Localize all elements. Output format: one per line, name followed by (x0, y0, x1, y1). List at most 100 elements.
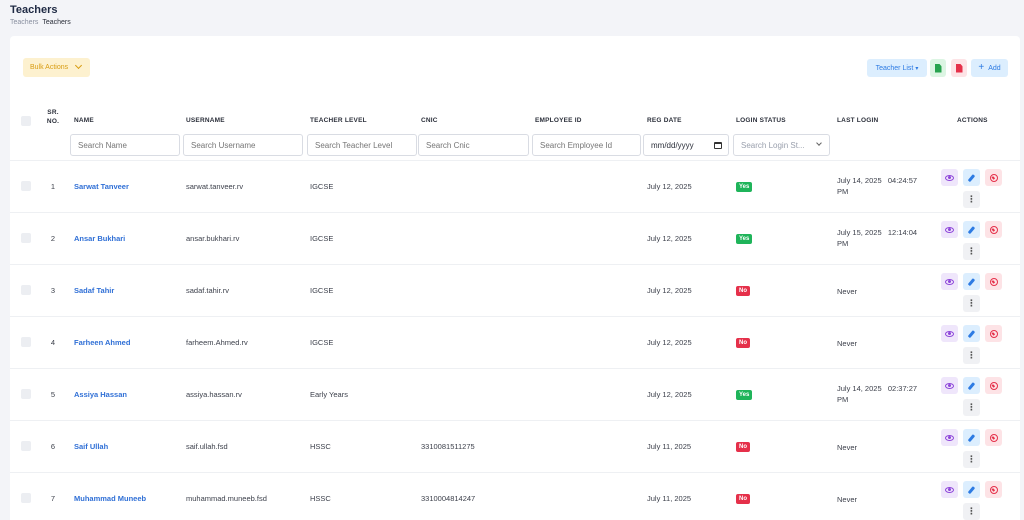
last-login-line1: July 15, 2025 12:14:04 (837, 228, 918, 237)
view-button[interactable] (941, 169, 958, 186)
login-status-badge: Yes (736, 182, 753, 192)
col-username[interactable]: USERNAME (186, 117, 225, 124)
ban-icon (989, 381, 998, 390)
teacher-list-button[interactable]: Teacher List ▾ (867, 59, 927, 77)
edit-button[interactable] (963, 481, 980, 498)
deactivate-button[interactable] (985, 221, 1002, 238)
breadcrumb-link[interactable]: Teachers (10, 19, 38, 26)
view-button[interactable] (941, 273, 958, 290)
table-row: 6 Saif Ullah saif.ullah.fsd HSSC 33100815112… (10, 420, 1020, 472)
select-all-checkbox[interactable] (21, 116, 31, 126)
teacher-name-link[interactable]: Saif Ullah (74, 442, 108, 451)
pdf-file-icon (955, 63, 963, 73)
row-reg-date: July 12, 2025 (647, 234, 692, 243)
col-last-login[interactable]: LAST LOGIN (837, 117, 878, 124)
login-status-badge: Yes (736, 390, 753, 400)
search-cnic-input[interactable] (418, 134, 529, 156)
search-name-input[interactable] (70, 134, 180, 156)
col-login-status[interactable]: LOGIN STATUS (736, 117, 786, 124)
view-button[interactable] (941, 221, 958, 238)
deactivate-button[interactable] (985, 273, 1002, 290)
table-row: 3 Sadaf Tahir sadaf.tahir.rv IGCSE July 12, … (10, 264, 1020, 316)
view-button[interactable] (941, 481, 958, 498)
last-login-line1: July 14, 2025 04:24:57 (837, 176, 918, 185)
calendar-icon[interactable] (714, 142, 722, 149)
col-name[interactable]: NAME (74, 117, 94, 124)
more-actions-button[interactable]: ⋮ (963, 451, 980, 468)
row-reg-date: July 12, 2025 (647, 286, 692, 295)
last-login-line1: Never (837, 495, 858, 504)
login-status-badge: No (736, 494, 750, 504)
eye-icon (945, 278, 954, 285)
bulk-actions-button[interactable]: Bulk Actions (23, 58, 90, 77)
export-pdf-button[interactable] (951, 59, 967, 77)
view-button[interactable] (941, 377, 958, 394)
teacher-name-link[interactable]: Farheen Ahmed (74, 338, 130, 347)
edit-button[interactable] (963, 169, 980, 186)
excel-file-icon (934, 63, 942, 73)
view-button[interactable] (941, 325, 958, 342)
edit-button[interactable] (963, 221, 980, 238)
row-username: sadaf.tahir.rv (186, 286, 229, 295)
row-teacher-level: HSSC (310, 494, 331, 503)
caret-down-icon: ▾ (915, 65, 919, 72)
ban-icon (989, 485, 998, 494)
row-checkbox[interactable] (21, 285, 31, 295)
row-checkbox[interactable] (21, 233, 31, 243)
row-checkbox[interactable] (21, 493, 31, 503)
more-actions-button[interactable]: ⋮ (963, 347, 980, 364)
more-actions-button[interactable]: ⋮ (963, 503, 980, 520)
col-sr-line1: SR. (47, 109, 59, 116)
edit-button[interactable] (963, 273, 980, 290)
col-teacher-level[interactable]: TEACHER LEVEL (310, 117, 367, 124)
more-actions-button[interactable]: ⋮ (963, 243, 980, 260)
teacher-name-link[interactable]: Sadaf Tahir (74, 286, 114, 295)
more-actions-button[interactable]: ⋮ (963, 295, 980, 312)
more-actions-button[interactable]: ⋮ (963, 191, 980, 208)
col-employee-id[interactable]: EMPLOYEE ID (535, 117, 582, 124)
edit-button[interactable] (963, 377, 980, 394)
login-status-badge: No (736, 442, 750, 452)
row-sr: 3 (50, 286, 56, 295)
row-checkbox[interactable] (21, 389, 31, 399)
teacher-name-link[interactable]: Sarwat Tanveer (74, 182, 129, 191)
plus-icon: + (978, 62, 985, 73)
deactivate-button[interactable] (985, 169, 1002, 186)
row-teacher-level: IGCSE (310, 286, 334, 295)
login-status-select[interactable]: Search Login St... (733, 134, 830, 156)
row-reg-date: July 12, 2025 (647, 390, 692, 399)
teacher-name-link[interactable]: Ansar Bukhari (74, 234, 125, 243)
deactivate-button[interactable] (985, 429, 1002, 446)
chevron-down-icon (816, 140, 822, 146)
export-excel-button[interactable] (930, 59, 946, 77)
edit-button[interactable] (963, 325, 980, 342)
search-employee-id-input[interactable] (532, 134, 641, 156)
row-reg-date: July 12, 2025 (647, 182, 692, 191)
col-sr-line2: NO. (46, 118, 60, 125)
eye-icon (945, 434, 954, 441)
teacher-name-link[interactable]: Assiya Hassan (74, 390, 127, 399)
table-row: 7 Muhammad Muneeb muhammad.muneeb.fsd HSSC 3… (10, 472, 1020, 520)
search-teacher-level-input[interactable] (307, 134, 417, 156)
deactivate-button[interactable] (985, 377, 1002, 394)
add-teacher-button[interactable]: + Add (971, 59, 1008, 77)
row-last-login: Never (837, 338, 857, 349)
row-checkbox[interactable] (21, 441, 31, 451)
eye-icon (945, 382, 954, 389)
teacher-name-link[interactable]: Muhammad Muneeb (74, 494, 146, 503)
deactivate-button[interactable] (985, 481, 1002, 498)
page-header: Teachers Teachers Teachers (10, 4, 71, 27)
kebab-menu-icon: ⋮ (967, 194, 976, 204)
row-checkbox[interactable] (21, 181, 31, 191)
ban-icon (989, 329, 998, 338)
edit-button[interactable] (963, 429, 980, 446)
row-checkbox[interactable] (21, 337, 31, 347)
view-button[interactable] (941, 429, 958, 446)
pencil-icon (967, 225, 976, 234)
col-cnic[interactable]: CNIC (421, 117, 438, 124)
more-actions-button[interactable]: ⋮ (963, 399, 980, 416)
reg-date-filter[interactable]: mm/dd/yyyy (643, 134, 729, 156)
deactivate-button[interactable] (985, 325, 1002, 342)
col-reg-date[interactable]: REG DATE (647, 117, 682, 124)
search-username-input[interactable] (183, 134, 303, 156)
